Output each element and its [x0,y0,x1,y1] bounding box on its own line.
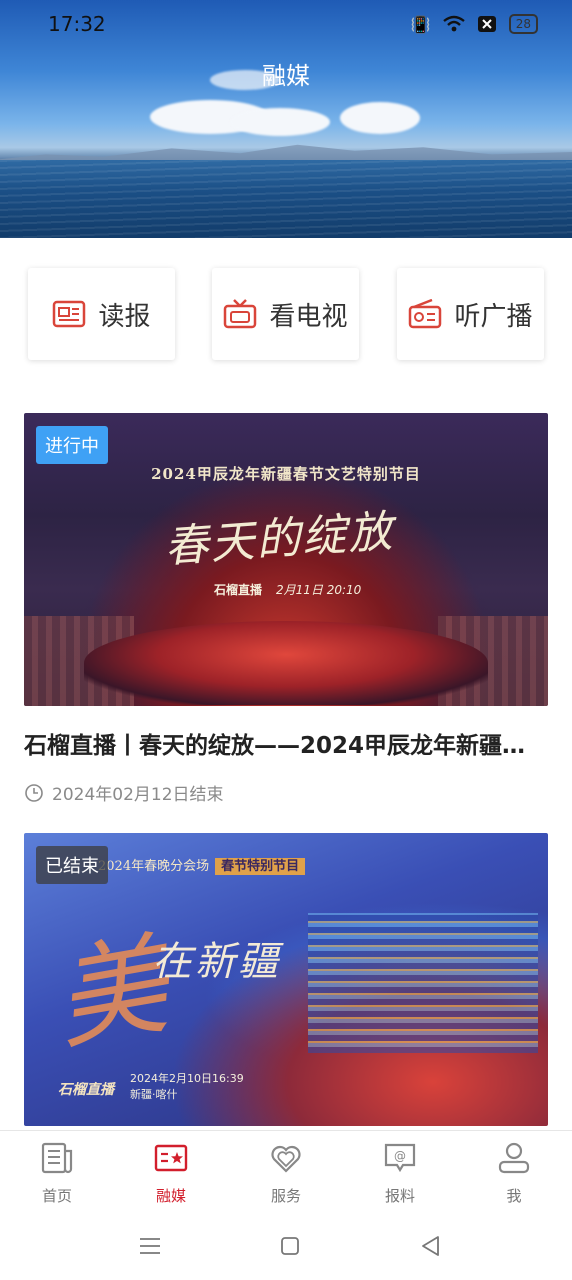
sea-shape [0,160,572,238]
tab-label: 服务 [270,1187,301,1205]
quick-action-label: 看电视 [269,301,348,332]
cloud-shape [340,102,420,134]
tv-icon [224,299,257,329]
quick-action-label: 听广播 [454,301,533,332]
back-triangle-icon[interactable] [416,1232,444,1260]
poster-datetime: 2024年2月10日16:39 [130,1072,244,1085]
ended-card[interactable]: 2024年春晚分会场 春节特别节目 美 在新疆 石榴直播 2024年2月10日16… [24,833,548,1126]
clock-icon [25,783,43,802]
read-newspaper-button[interactable]: 读报 [28,268,175,360]
home-square-icon[interactable] [276,1232,304,1260]
menu-icon[interactable] [136,1232,164,1260]
service-heart-icon [271,1145,301,1173]
tab-label: 首页 [41,1187,72,1205]
poster-location: 新疆·喀什 [130,1088,178,1101]
battery-indicator: 28 [508,14,538,34]
watch-tv-button[interactable]: 看电视 [212,268,359,360]
status-badge: 已结束 [36,846,108,884]
listen-radio-button[interactable]: 听广播 [397,268,544,360]
report-icon: @ [384,1143,416,1173]
system-nav-bar [0,1212,572,1280]
profile-icon [498,1142,530,1174]
poster-script-title: 春天的绽放 [162,506,396,573]
poster-brand: 石榴直播 [58,1082,114,1098]
status-bar: 17:32 📳 28 [0,0,572,52]
quick-actions: 读报 看电视 听广播 [28,268,544,360]
tab-media[interactable]: 融媒 [131,1141,211,1206]
vibrate-icon: 📳 [410,14,431,34]
media-icon [154,1144,188,1172]
bottom-tab-bar: 首页 融媒 服务 @ 报料 我 [0,1130,572,1212]
poster-headline: 2024甲辰龙年新疆春节文艺特别节目 [151,465,421,483]
card-thumbnail[interactable]: 2024甲辰龙年新疆春节文艺特别节目 春天的绽放 石榴直播 2月11日 20:10… [24,413,548,706]
svg-text:@: @ [394,1149,406,1163]
cloud-shape [230,108,330,136]
poster-headline: 2024年春晚分会场 春节特别节目 [98,855,306,875]
building-shape [308,913,538,1053]
poster-script-title: 在新疆 [152,939,281,985]
status-icons: 📳 28 [411,14,538,34]
tab-report[interactable]: @ 报料 [360,1141,440,1206]
live-card[interactable]: 2024甲辰龙年新疆春节文艺特别节目 春天的绽放 石榴直播 2月11日 20:10… [24,413,548,805]
no-sim-icon [477,16,496,32]
wifi-icon [442,15,465,32]
newspaper-icon [53,300,86,328]
quick-action-label: 读报 [98,301,151,332]
tab-home[interactable]: 首页 [17,1141,97,1206]
stage-shape [84,621,488,705]
tab-services[interactable]: 服务 [246,1141,326,1206]
poster-brand: 石榴直播 [214,583,263,597]
tab-label: 融媒 [155,1187,186,1205]
tab-profile[interactable]: 我 [474,1141,554,1206]
poster-headline-text: 2024年春晚分会场 [98,859,210,874]
radio-icon [409,299,442,329]
poster-subline: 石榴直播 2月11日 20:10 [214,581,361,598]
home-news-icon [41,1142,73,1174]
page-title: 融媒 [262,62,310,90]
card-end-time: 2024年02月12日结束 [52,785,224,805]
status-badge: 进行中 [36,426,108,464]
tab-label: 我 [506,1187,522,1205]
status-time: 17:32 [48,12,106,36]
poster-date-block: 2024年2月10日16:39 新疆·喀什 [130,1071,244,1103]
card-meta: 2024年02月12日结束 [24,780,548,805]
card-title[interactable]: 石榴直播丨春天的绽放——2024甲辰龙年新疆春节文艺特别节目 [24,726,548,760]
header-banner: 17:32 📳 28 融媒 [0,0,572,238]
tab-label: 报料 [384,1187,415,1205]
poster-headline-tag: 春节特别节目 [215,858,306,875]
poster-datetime: 2月11日 20:10 [276,583,362,597]
card-thumbnail[interactable]: 2024年春晚分会场 春节特别节目 美 在新疆 石榴直播 2024年2月10日16… [24,833,548,1126]
